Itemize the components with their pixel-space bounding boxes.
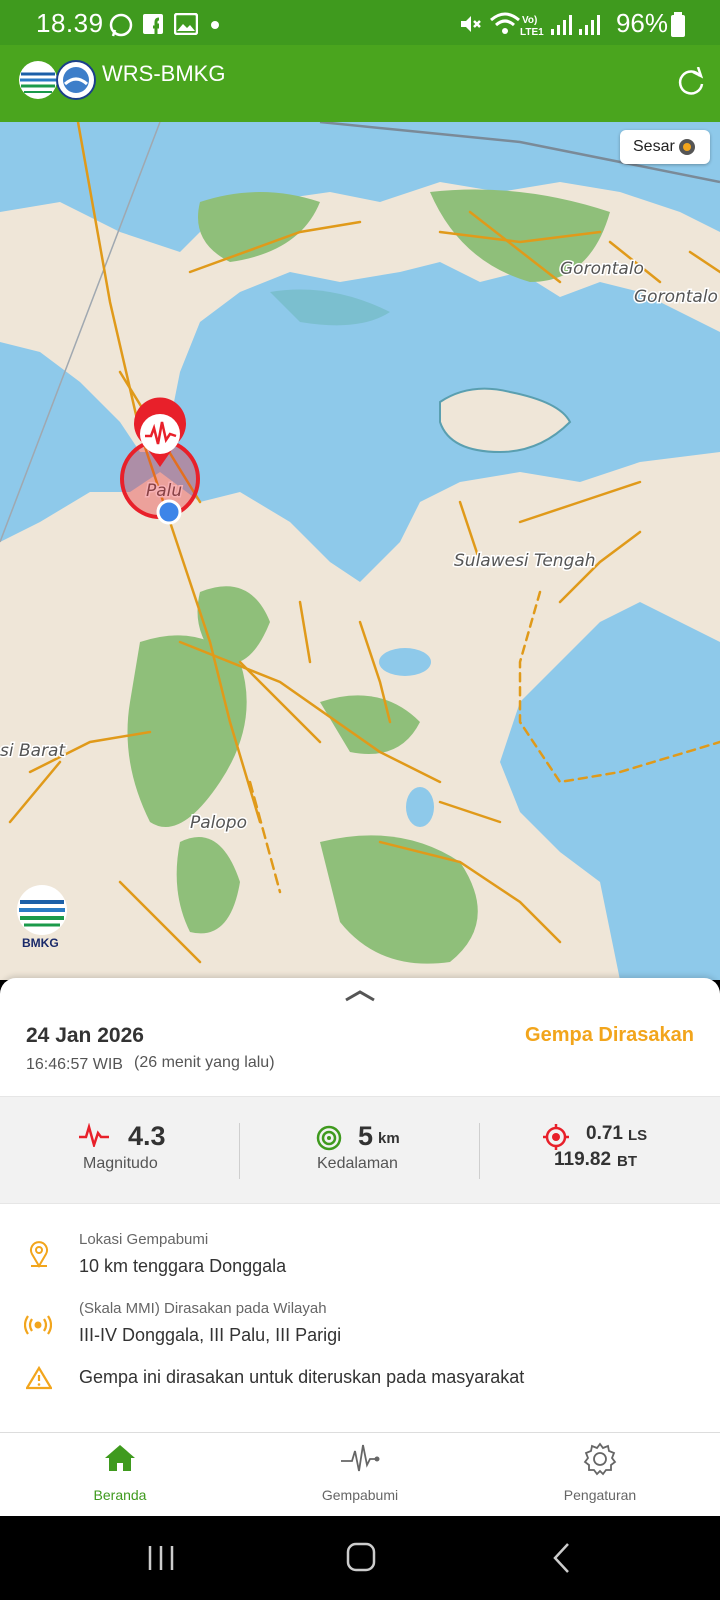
app-title: WRS-BMKG	[102, 61, 226, 86]
user-location-dot	[156, 499, 182, 525]
volte-lte-icon: Vo) LTE1	[520, 15, 544, 38]
event-detail-sheet: 24 Jan 2026 16:46:57 WIB (26 menit yang …	[0, 978, 720, 1432]
signal-icon	[579, 15, 600, 35]
stats-divider	[479, 1123, 480, 1179]
home-icon	[105, 1445, 135, 1471]
nav-pengaturan[interactable]: Pengaturan	[520, 1433, 680, 1517]
magnitude-icon	[79, 1123, 109, 1147]
sesar-layer-toggle[interactable]: Sesar	[620, 130, 710, 164]
bottom-navigation: Beranda Gempabumi Pengaturan	[0, 1432, 720, 1516]
battery-percent: 96%	[615, 8, 668, 38]
location-value: 10 km tenggara Donggala	[79, 1256, 287, 1276]
bmkg-logo-icon	[19, 61, 57, 99]
event-time: 16:46:57 WIB	[26, 1056, 123, 1073]
refresh-icon[interactable]	[676, 67, 706, 97]
battery-icon	[671, 12, 685, 37]
felt-label: (Skala MMI) Dirasakan pada Wilayah	[79, 1300, 327, 1317]
depth-label: Kedalaman	[317, 1155, 398, 1172]
longitude-value: 119.82	[554, 1149, 612, 1170]
clock: 18.39	[36, 8, 104, 38]
event-date: 24 Jan 2026	[26, 1024, 144, 1047]
facebook-icon	[143, 14, 163, 35]
sesar-label: Sesar	[633, 138, 675, 155]
map-label-sulawesi-barat: si Barat	[0, 741, 66, 761]
nav-gempabumi[interactable]: Gempabumi	[280, 1433, 440, 1517]
magnitude-label: Magnitudo	[83, 1155, 158, 1172]
whatsapp-icon	[109, 13, 133, 37]
signal-icon	[551, 15, 572, 35]
crosshair-icon	[543, 1124, 569, 1150]
map-label-sulawesi-tengah: Sulawesi Tengah	[454, 551, 596, 571]
map-label-palopo: Palopo	[190, 813, 247, 833]
event-status: Gempa Dirasakan	[525, 1024, 694, 1046]
latitude-value: 0.71	[586, 1123, 623, 1144]
fault-layer-icon	[679, 139, 695, 155]
map-label-gorontalo-city: Gorontalo	[634, 287, 718, 307]
location-pin-icon	[30, 1241, 48, 1268]
stats-panel: 4.3 Magnitudo 5 km Kedalaman 0.71 LS 119…	[0, 1096, 720, 1204]
svg-text:LTE1: LTE1	[520, 27, 544, 38]
nav-label-gempabumi: Gempabumi	[321, 1487, 399, 1503]
seismograph-icon	[341, 1444, 380, 1472]
system-navigation-bar	[0, 1516, 720, 1600]
depth-icon	[316, 1125, 342, 1151]
gallery-icon	[174, 13, 198, 35]
map-label-gorontalo-region: Gorontalo	[560, 259, 644, 279]
latitude-unit: LS	[628, 1127, 648, 1144]
mute-icon	[461, 16, 481, 32]
back-icon[interactable]	[552, 1542, 572, 1574]
dot-icon	[211, 21, 219, 29]
broadcast-icon	[24, 1315, 52, 1335]
bmkg-watermark: BMKG	[16, 884, 72, 956]
wrs-logo-icon	[56, 60, 96, 100]
status-bar: 18.39 Vo) LTE1 96%	[0, 0, 720, 45]
felt-value: III-IV Donggala, III Palu, III Parigi	[79, 1325, 342, 1345]
recent-apps-icon[interactable]	[146, 1544, 176, 1572]
bmkg-watermark-text: BMKG	[22, 936, 59, 950]
warning-icon	[26, 1366, 52, 1390]
nav-beranda[interactable]: Beranda	[40, 1433, 200, 1517]
nav-label-pengaturan: Pengaturan	[563, 1487, 637, 1503]
map-canvas: Gorontalo Gorontalo Palu Sulawesi Tengah…	[0, 122, 720, 980]
chevron-up-icon[interactable]	[344, 988, 376, 1002]
stats-divider	[239, 1123, 240, 1179]
earthquake-map[interactable]: Gorontalo Gorontalo Palu Sulawesi Tengah…	[0, 122, 720, 980]
longitude-unit: BT	[617, 1153, 637, 1170]
home-button-icon[interactable]	[346, 1542, 376, 1572]
gear-icon	[583, 1442, 617, 1476]
svg-text:Vo): Vo)	[522, 15, 537, 26]
app-bar: WRS-BMKG	[0, 45, 720, 122]
event-time-ago: (26 menit yang lalu)	[134, 1054, 275, 1071]
location-label: Lokasi Gempabumi	[79, 1231, 209, 1248]
depth-unit: km	[378, 1130, 400, 1147]
wifi-icon	[490, 12, 520, 34]
magnitude-value: 4.3	[128, 1121, 166, 1151]
bmkg-watermark-logo-icon	[17, 885, 67, 935]
depth-value: 5	[358, 1121, 374, 1151]
nav-label-beranda: Beranda	[93, 1487, 147, 1503]
warning-text: Gempa ini dirasakan untuk diteruskan pad…	[79, 1367, 525, 1387]
